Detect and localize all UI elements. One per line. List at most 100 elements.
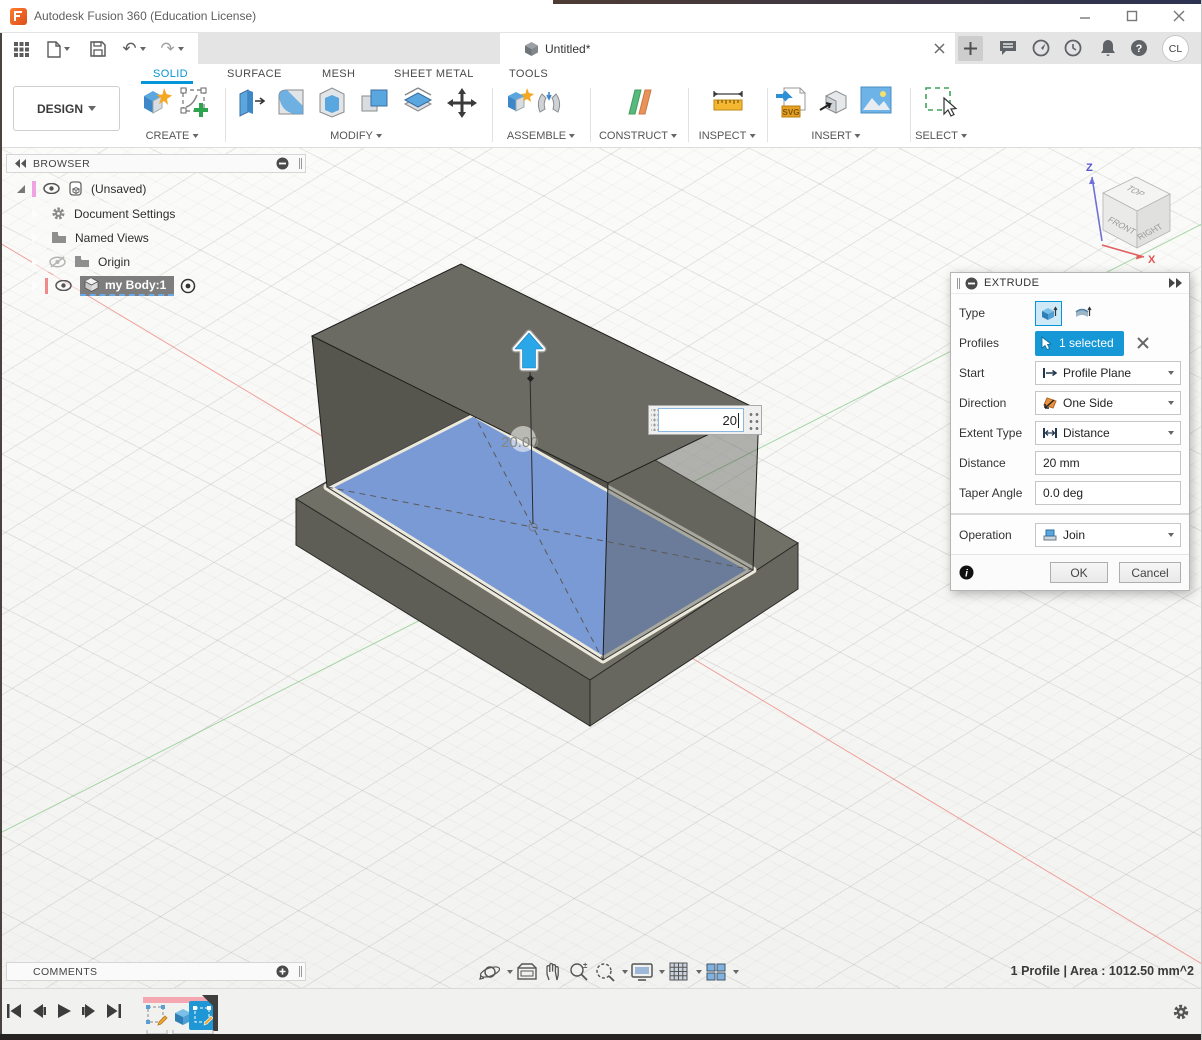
viewport[interactable]: 20.00 20 Z X TOP FRONT RIGHT BROWSER (Un… xyxy=(0,148,1202,988)
tree-row-root[interactable]: (Unsaved) xyxy=(14,178,153,199)
group-label-construct[interactable]: CONSTRUCT xyxy=(599,130,678,142)
tab-mesh[interactable]: MESH xyxy=(322,68,355,80)
group-label-inspect[interactable]: INSPECT xyxy=(699,130,756,142)
go-to-end-icon[interactable] xyxy=(106,1003,122,1019)
input-drag-grip[interactable] xyxy=(651,409,658,431)
selected-body-item[interactable]: my Body:1 xyxy=(80,275,175,296)
tree-label-origin[interactable]: Origin xyxy=(98,255,130,269)
timeline-settings-gear-icon[interactable] xyxy=(1172,1003,1190,1021)
cancel-button[interactable]: Cancel xyxy=(1119,562,1181,583)
type-thin-extrude-button[interactable] xyxy=(1069,301,1096,326)
look-at-tool[interactable] xyxy=(515,960,539,984)
job-status-button[interactable] xyxy=(995,36,1021,60)
timeline-position-marker[interactable] xyxy=(200,994,220,1031)
new-document-tab-button[interactable] xyxy=(958,36,983,61)
comments-bar[interactable]: COMMENTS xyxy=(6,962,306,981)
direction-dropdown[interactable]: One Side xyxy=(1035,391,1181,415)
tab-tools[interactable]: TOOLS xyxy=(509,68,548,80)
display-caret-icon[interactable] xyxy=(659,970,665,974)
tab-sheet-metal[interactable]: SHEET METAL xyxy=(394,68,474,80)
tree-row-body[interactable]: my Body:1 xyxy=(31,275,203,296)
orbit-caret-icon[interactable] xyxy=(507,970,513,974)
expanded-arrow-icon[interactable] xyxy=(14,182,27,195)
undo-button[interactable]: ↶ xyxy=(118,37,150,61)
new-component-button[interactable] xyxy=(504,86,534,121)
dialog-grip[interactable] xyxy=(957,277,958,289)
extensions-button[interactable] xyxy=(1028,36,1054,60)
group-label-modify[interactable]: MODIFY xyxy=(330,130,382,142)
play-icon[interactable] xyxy=(56,1003,72,1019)
step-forward-icon[interactable] xyxy=(81,1003,97,1019)
operation-dropdown[interactable]: Join xyxy=(1035,523,1181,547)
app-launcher-icon[interactable] xyxy=(8,37,34,61)
close-window-button[interactable] xyxy=(1164,5,1194,27)
tab-solid[interactable]: SOLID xyxy=(153,68,188,80)
step-back-icon[interactable] xyxy=(31,1003,47,1019)
dialog-expand-icon[interactable] xyxy=(1169,278,1183,288)
type-solid-extrude-button[interactable] xyxy=(1035,300,1062,326)
save-button[interactable] xyxy=(86,37,110,61)
file-menu-button[interactable] xyxy=(42,37,74,61)
input-options-handle-icon[interactable] xyxy=(747,409,759,431)
maximize-button[interactable] xyxy=(1117,5,1147,27)
visibility-eye-icon[interactable] xyxy=(43,183,60,194)
zoom-window-caret-icon[interactable] xyxy=(622,970,628,974)
extent-type-dropdown[interactable]: Distance xyxy=(1035,421,1181,445)
collapsed-arrow-icon[interactable] xyxy=(31,207,39,220)
canvas-button[interactable] xyxy=(860,86,892,119)
timeline-item-sketch1[interactable] xyxy=(145,1004,169,1028)
comments-grip[interactable] xyxy=(299,966,300,977)
viewports-caret-icon[interactable] xyxy=(733,970,739,974)
ground-to-parent-icon[interactable] xyxy=(180,278,196,294)
insert-mesh-button[interactable] xyxy=(818,86,850,123)
group-label-insert[interactable]: INSERT xyxy=(811,130,861,142)
insert-svg-button[interactable]: SVG xyxy=(774,86,806,125)
tab-surface[interactable]: SURFACE xyxy=(227,68,282,80)
info-icon[interactable]: i xyxy=(959,565,974,580)
grid-snap-tool[interactable] xyxy=(667,960,691,984)
visibility-off-eye-icon[interactable] xyxy=(49,255,66,268)
group-label-create[interactable]: CREATE xyxy=(146,130,199,142)
taper-angle-input[interactable]: 0.0 deg xyxy=(1035,481,1181,505)
tree-row-named-views[interactable]: Named Views xyxy=(31,227,155,248)
zoom-window-tool[interactable] xyxy=(593,960,617,984)
move-copy-button[interactable] xyxy=(445,86,479,125)
tree-row-document-settings[interactable]: Document Settings xyxy=(31,203,182,224)
history-button[interactable] xyxy=(1060,36,1086,60)
workspace-selector[interactable]: DESIGN xyxy=(13,86,120,131)
tree-label-body[interactable]: my Body:1 xyxy=(105,278,166,292)
joint-button[interactable] xyxy=(534,86,564,121)
tree-label-unsaved[interactable]: (Unsaved) xyxy=(91,182,146,196)
clear-selection-icon[interactable] xyxy=(1136,337,1149,349)
profiles-selection-button[interactable]: 1 selected xyxy=(1035,330,1124,356)
go-to-start-icon[interactable] xyxy=(6,1003,22,1019)
help-button[interactable]: ? xyxy=(1126,36,1152,60)
dialog-collapse-icon[interactable] xyxy=(965,277,978,290)
measure-button[interactable] xyxy=(710,86,746,121)
collapse-browser-icon[interactable] xyxy=(15,159,27,168)
browser-header[interactable]: BROWSER xyxy=(6,154,306,173)
redo-button[interactable]: ↷ xyxy=(156,37,188,61)
ok-button[interactable]: OK xyxy=(1050,562,1108,583)
tree-label-named-views[interactable]: Named Views xyxy=(75,231,149,245)
start-dropdown[interactable]: Profile Plane xyxy=(1035,361,1181,385)
visibility-eye-icon[interactable] xyxy=(55,280,72,291)
tree-row-origin[interactable]: Origin xyxy=(31,251,137,272)
collapsed-arrow-icon[interactable] xyxy=(31,255,39,268)
add-comment-icon[interactable] xyxy=(276,965,289,978)
collapsed-arrow-icon[interactable] xyxy=(31,231,39,244)
fillet-button[interactable] xyxy=(275,86,307,123)
dialog-header[interactable]: EXTRUDE xyxy=(951,273,1189,294)
distance-value-input[interactable]: 20 mm xyxy=(1035,451,1181,475)
group-label-select[interactable]: SELECT xyxy=(915,130,967,142)
shell-button[interactable] xyxy=(316,86,348,123)
notifications-button[interactable] xyxy=(1095,36,1121,60)
browser-collapse-all-icon[interactable] xyxy=(276,157,289,170)
combine-button[interactable] xyxy=(359,86,391,123)
view-cube[interactable]: Z X TOP FRONT RIGHT xyxy=(1078,153,1202,269)
group-label-assemble[interactable]: ASSEMBLE xyxy=(507,130,576,142)
orbit-tool[interactable] xyxy=(478,960,502,984)
distance-input-field[interactable]: 20 xyxy=(658,408,744,432)
browser-grip[interactable] xyxy=(299,158,300,169)
grid-caret-icon[interactable] xyxy=(696,970,702,974)
